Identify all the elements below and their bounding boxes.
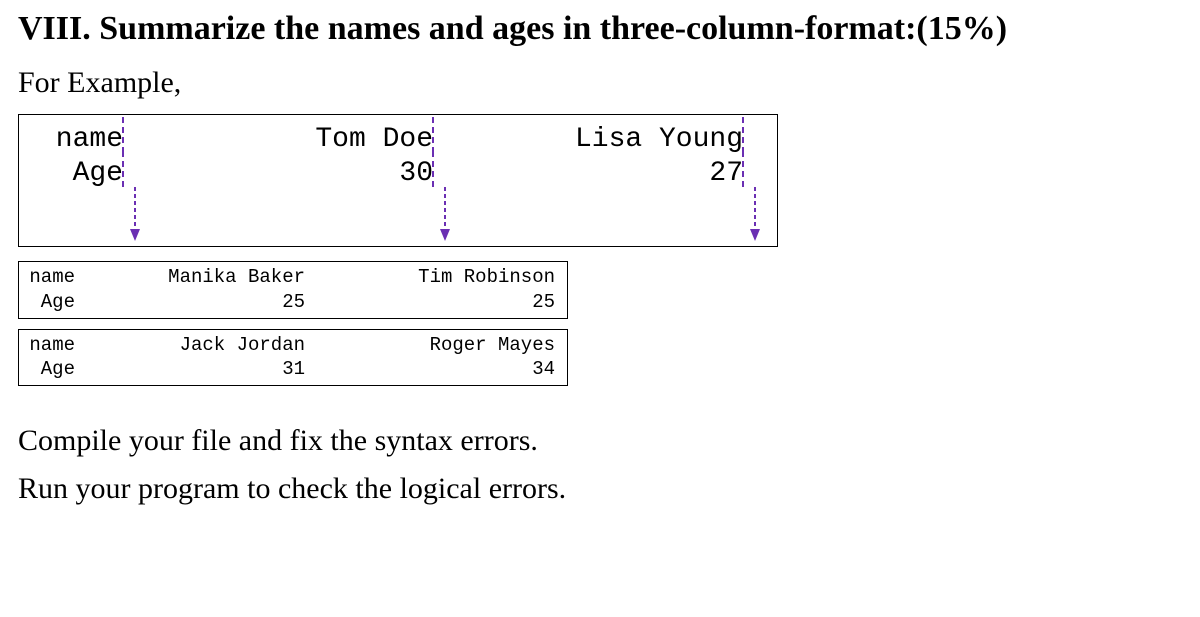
out2-col3-name: Roger Mayes [305, 333, 555, 358]
example-label-age: Age [73, 157, 123, 191]
out1-col3-name: Tim Robinson [305, 265, 555, 290]
table-row: Age 31 34 [25, 357, 561, 382]
instruction-compile: Compile your file and fix the syntax err… [18, 424, 1182, 458]
example-col2-name: Tom Doe [315, 123, 433, 157]
out1-label-age: Age [25, 290, 75, 315]
arrow-down-icon [749, 187, 761, 243]
arrow-down-icon [129, 187, 141, 243]
table-row: name Jack Jordan Roger Mayes [25, 333, 561, 358]
out2-col3-age: 34 [305, 357, 555, 382]
out2-label-name: name [25, 333, 75, 358]
example-row-age: Age 30 27 [33, 157, 763, 191]
out1-label-name: name [25, 265, 75, 290]
output-box-2: name Jack Jordan Roger Mayes Age 31 34 [18, 329, 568, 386]
example-label-name: name [56, 123, 123, 157]
out2-col2-age: 31 [75, 357, 305, 382]
table-row: name Manika Baker Tim Robinson [25, 265, 561, 290]
example-col2-age: 30 [399, 157, 433, 191]
example-col3-age: 27 [709, 157, 743, 191]
alignment-arrows [33, 190, 763, 246]
example-row-name: name Tom Doe Lisa Young [33, 123, 763, 157]
section-heading: VIII. Summarize the names and ages in th… [18, 10, 1182, 48]
out2-label-age: Age [25, 357, 75, 382]
table-row: Age 25 25 [25, 290, 561, 315]
example-output-box: name Tom Doe Lisa Young Age 30 27 [18, 114, 778, 247]
out1-col3-age: 25 [305, 290, 555, 315]
arrow-down-icon [439, 187, 451, 243]
out2-col2-name: Jack Jordan [75, 333, 305, 358]
example-label: For Example, [18, 66, 1182, 100]
instruction-run: Run your program to check the logical er… [18, 472, 1182, 506]
output-box-1: name Manika Baker Tim Robinson Age 25 25 [18, 261, 568, 318]
out1-col2-name: Manika Baker [75, 265, 305, 290]
out1-col2-age: 25 [75, 290, 305, 315]
example-col3-name: Lisa Young [575, 123, 743, 157]
